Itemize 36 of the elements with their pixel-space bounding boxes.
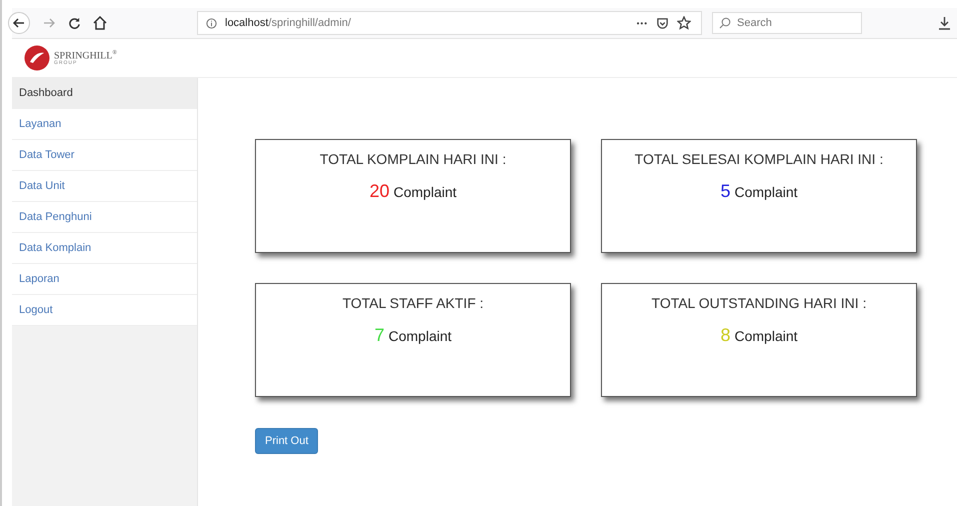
count-unit: Complaint [734, 328, 798, 344]
back-arrow-icon [12, 16, 26, 30]
print-button[interactable]: Print Out [255, 428, 318, 454]
search-field[interactable]: Search [712, 12, 862, 34]
card-title: TOTAL STAFF AKTIF : [342, 295, 484, 311]
star-icon[interactable] [677, 16, 691, 30]
back-button[interactable] [8, 12, 30, 34]
sidebar-item[interactable]: Data Unit [12, 171, 197, 202]
sidebar-item[interactable]: Logout [12, 295, 197, 326]
count-unit: Complaint [394, 184, 457, 200]
sidebar-item[interactable]: Laporan [12, 264, 197, 295]
url-text: localhost/springhill/admin/ [225, 17, 351, 29]
download-icon[interactable] [938, 16, 951, 30]
count-unit: Complaint [388, 328, 452, 344]
home-icon[interactable] [93, 16, 107, 30]
address-bar[interactable]: localhost/springhill/admin/ ••• [197, 11, 702, 35]
count-value: 8 [720, 325, 730, 346]
count-unit: Complaint [734, 184, 798, 200]
card-title: TOTAL KOMPLAIN HARI INI : [320, 151, 506, 167]
info-icon[interactable] [206, 18, 217, 28]
sidebar-item[interactable]: Data Penghuni [12, 202, 197, 233]
sidebar-item[interactable]: Layanan [12, 109, 197, 140]
count-value: 5 [720, 181, 730, 202]
sidebar-item[interactable]: Data Komplain [12, 233, 197, 264]
count-value: 7 [374, 325, 384, 346]
sidebar-item[interactable]: Data Tower [12, 140, 197, 171]
reload-icon[interactable] [68, 16, 81, 30]
card-title: TOTAL SELESAI KOMPLAIN HARI INI : [634, 151, 884, 167]
count-value: 20 [369, 181, 390, 202]
sidebar-item[interactable]: Dashboard [12, 78, 197, 109]
card-title: TOTAL OUTSTANDING HARI INI : [652, 295, 866, 311]
logo-icon [24, 45, 50, 71]
search-icon [719, 17, 731, 29]
page-actions-menu[interactable]: ••• [636, 18, 648, 28]
pocket-icon[interactable] [656, 16, 669, 30]
logo-text: SPRINGHILL$^{®}$ [54, 50, 117, 62]
